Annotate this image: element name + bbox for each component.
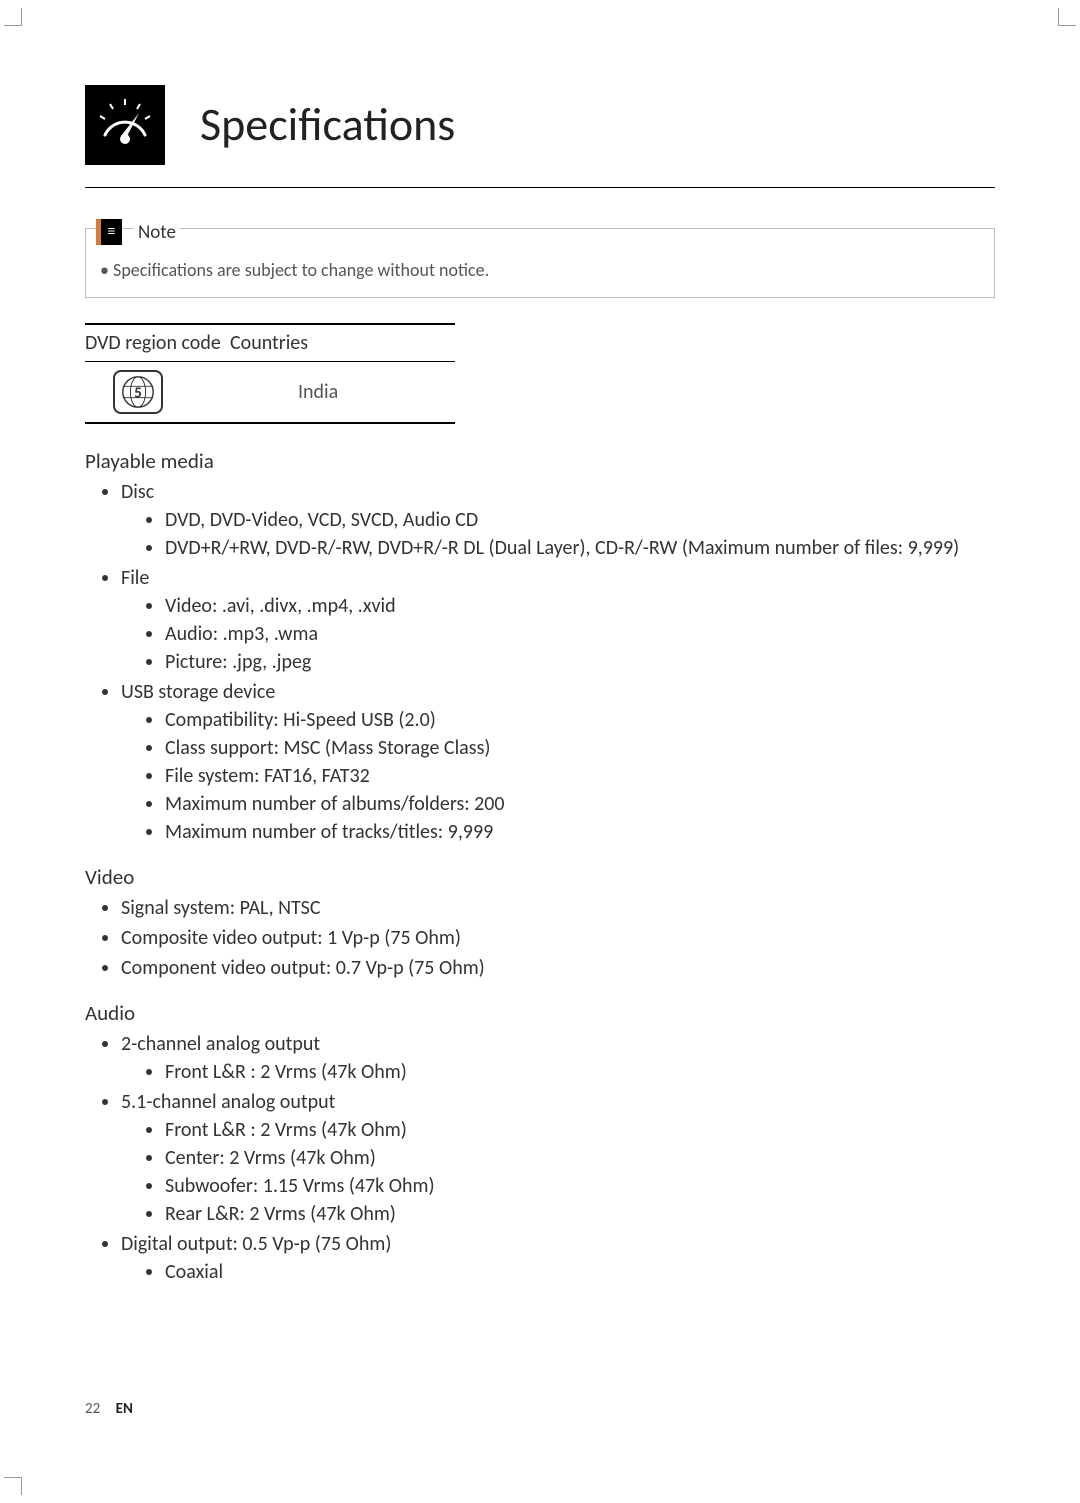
digital-label: Digital output: 0.5 Vp-p (75 Ohm) bbox=[121, 1232, 391, 1256]
list-item: Front L&R : 2 Vrms (47k Ohm) bbox=[165, 1116, 995, 1144]
list-item: Compatibility: Hi-Speed USB (2.0) bbox=[165, 706, 995, 734]
gauge-icon bbox=[85, 85, 165, 165]
list-item: Picture: .jpg, .jpeg bbox=[165, 648, 995, 676]
list-item: Video: .avi, .divx, .mp4, .xvid bbox=[165, 592, 995, 620]
region-table: DVD region code Countries 5 India bbox=[85, 323, 455, 424]
note-box: ≡ Note Specifications are subject to cha… bbox=[85, 228, 995, 298]
audio-heading: Audio bbox=[85, 1000, 995, 1026]
region-col2-header: Countries bbox=[230, 325, 455, 361]
list-item: Composite video output: 1 Vp-p (75 Ohm) bbox=[121, 924, 995, 952]
crop-mark bbox=[1058, 8, 1076, 26]
playable-media-list: Disc DVD, DVD-Video, VCD, SVCD, Audio CD… bbox=[85, 478, 995, 846]
note-icon: ≡ bbox=[96, 219, 122, 245]
two-ch-label: 2-channel analog output bbox=[121, 1032, 320, 1056]
region-globe-icon: 5 bbox=[113, 370, 163, 414]
list-item: Subwoofer: 1.15 Vrms (47k Ohm) bbox=[165, 1172, 995, 1200]
region-country: India bbox=[298, 380, 455, 404]
note-label: Note bbox=[134, 221, 180, 244]
video-heading: Video bbox=[85, 864, 995, 890]
list-item: File system: FAT16, FAT32 bbox=[165, 762, 995, 790]
region-col1-header: DVD region code bbox=[85, 325, 230, 361]
list-item: Coaxial bbox=[165, 1258, 995, 1286]
list-item: Maximum number of albums/folders: 200 bbox=[165, 790, 995, 818]
list-item: Class support: MSC (Mass Storage Class) bbox=[165, 734, 995, 762]
usb-label: USB storage device bbox=[121, 680, 275, 704]
page-header: Specifications bbox=[85, 85, 995, 188]
disc-label: Disc bbox=[121, 480, 154, 504]
crop-mark bbox=[4, 8, 22, 26]
list-item: Maximum number of tracks/titles: 9,999 bbox=[165, 818, 995, 846]
page-title: Specifications bbox=[200, 97, 455, 153]
list-item: DVD+R/+RW, DVD-R/-RW, DVD+R/-R DL (Dual … bbox=[165, 534, 995, 562]
playable-media-heading: Playable media bbox=[85, 448, 995, 474]
list-item: Front L&R : 2 Vrms (47k Ohm) bbox=[165, 1058, 995, 1086]
list-item: Signal system: PAL, NTSC bbox=[121, 894, 995, 922]
list-item: Audio: .mp3, .wma bbox=[165, 620, 995, 648]
svg-text:5: 5 bbox=[134, 385, 142, 403]
page-number: 22 bbox=[85, 1400, 100, 1418]
crop-mark bbox=[4, 1477, 22, 1495]
file-label: File bbox=[121, 566, 149, 590]
audio-list: 2-channel analog output Front L&R : 2 Vr… bbox=[85, 1030, 995, 1286]
list-item: DVD, DVD-Video, VCD, SVCD, Audio CD bbox=[165, 506, 995, 534]
list-item: Center: 2 Vrms (47k Ohm) bbox=[165, 1144, 995, 1172]
page-footer: 22 EN bbox=[85, 1400, 133, 1418]
five-ch-label: 5.1-channel analog output bbox=[121, 1090, 335, 1114]
note-text: Specifications are subject to change wit… bbox=[86, 245, 994, 297]
list-item: Rear L&R: 2 Vrms (47k Ohm) bbox=[165, 1200, 995, 1228]
page-language: EN bbox=[116, 1400, 133, 1418]
list-item: Component video output: 0.7 Vp-p (75 Ohm… bbox=[121, 954, 995, 982]
video-list: Signal system: PAL, NTSC Composite video… bbox=[85, 894, 995, 982]
